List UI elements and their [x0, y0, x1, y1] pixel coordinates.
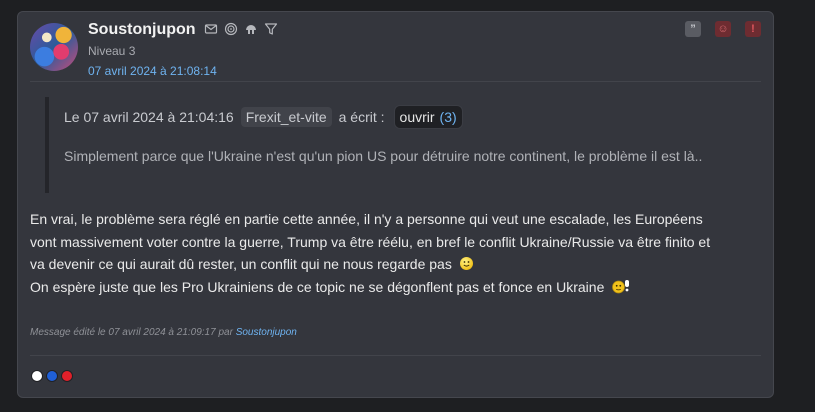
- message-line: En vrai, le problème sera réglé en parti…: [30, 211, 703, 227]
- smiley-icon: [459, 257, 473, 270]
- message-line-with-smiley: va devenir ce qui aurait dû rester, un c…: [30, 253, 765, 276]
- message-line-with-smiley: On espère juste que les Pro Ukrainiens d…: [30, 276, 765, 301]
- username-link[interactable]: Soustonjupon: [88, 21, 196, 39]
- thinking-smiley-icon: [612, 278, 632, 301]
- post-actions: ” ☺ !: [685, 21, 761, 37]
- quote-wrote-label: a écrit :: [338, 109, 385, 125]
- message-body: En vrai, le problème sera réglé en parti…: [30, 208, 765, 300]
- flag-dot-blue: [46, 370, 58, 382]
- quote-header: Le 07 avril 2024 à 21:04:16 Frexit_et-vi…: [64, 105, 463, 129]
- edit-author-link[interactable]: Soustonjupon: [236, 327, 297, 338]
- edit-note: Message édité le 07 avril 2024 à 21:09:1…: [30, 327, 297, 338]
- quote-block: Le 07 avril 2024 à 21:04:16 Frexit_et-vi…: [45, 97, 745, 193]
- message-line: On espère juste que les Pro Ukrainiens d…: [30, 278, 605, 295]
- post-date-link[interactable]: 07 avril 2024 à 21:08:14: [88, 64, 217, 78]
- user-level: Niveau 3: [88, 44, 136, 58]
- quote-open-button[interactable]: ouvrir (3): [393, 105, 463, 129]
- quote-button[interactable]: ”: [685, 21, 701, 37]
- quote-icon: ”: [690, 23, 696, 35]
- edit-note-text: Message édité le 07 avril 2024 à 21:09:1…: [30, 327, 233, 338]
- quote-open-label: ouvrir: [399, 109, 435, 125]
- quote-text: Simplement parce que l'Ukraine n'est qu'…: [64, 148, 703, 164]
- private-message-button[interactable]: ☺: [715, 21, 731, 37]
- signature-flag: [31, 370, 73, 382]
- flag-dot-red: [61, 370, 73, 382]
- quote-date: Le 07 avril 2024 à 21:04:16: [64, 109, 234, 125]
- message-line: va devenir ce qui aurait dû rester, un c…: [30, 256, 452, 272]
- sad-face-icon: ☺: [717, 23, 729, 35]
- message-line: vont massivement voter contre la guerre,…: [30, 233, 711, 250]
- quote-open-count: (3): [439, 109, 457, 125]
- globe-icon[interactable]: [244, 22, 258, 36]
- alert-icon: !: [751, 23, 755, 35]
- user-icons: [204, 22, 278, 36]
- flag-dot-white: [31, 370, 43, 382]
- footer-divider: [30, 355, 761, 356]
- mail-icon[interactable]: [204, 22, 218, 36]
- forum-post: Soustonjupon Niveau 3 07 avril 2024 à 21…: [17, 11, 774, 398]
- filter-icon[interactable]: [264, 22, 278, 36]
- spiral-icon[interactable]: [224, 22, 238, 36]
- quote-author[interactable]: Frexit_et-vite: [240, 107, 332, 127]
- header-divider: [30, 81, 761, 82]
- report-button[interactable]: !: [745, 21, 761, 37]
- user-avatar[interactable]: [30, 23, 78, 71]
